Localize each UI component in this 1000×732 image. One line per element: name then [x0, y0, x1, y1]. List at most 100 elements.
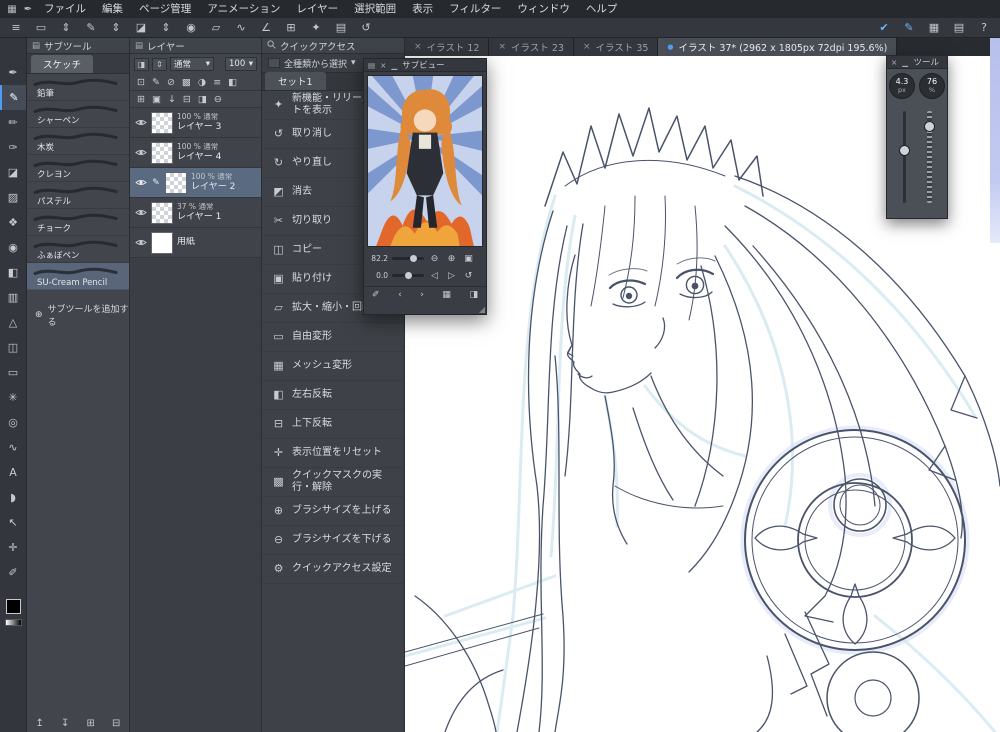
add-subtool-button[interactable]: ⊕ サブツールを追加する — [27, 302, 129, 328]
menu-item[interactable]: アニメーション — [199, 0, 288, 18]
visibility-eye-icon[interactable] — [134, 238, 147, 247]
blend-stepper[interactable]: ⇕ — [152, 57, 167, 71]
subtool-footer-icon[interactable]: ⊞ — [87, 718, 95, 729]
paper-thumbnail[interactable] — [151, 231, 173, 254]
flip-icon[interactable]: ◨ — [469, 290, 478, 300]
toolbar-icon[interactable]: ∠ — [258, 19, 274, 37]
tool-item[interactable]: A — [0, 460, 26, 485]
rotate-left-icon[interactable]: ◁ — [428, 271, 441, 281]
rotate-right-icon[interactable]: ▷ — [445, 271, 458, 281]
layer-row[interactable]: 37 % 通常 レイヤー 1 — [130, 198, 261, 228]
tool-item[interactable]: △ — [0, 310, 26, 335]
quick-access-item[interactable]: ▩ クイックマスクの実行・解除 — [262, 468, 404, 497]
zoom-out-icon[interactable]: ⊖ — [428, 254, 441, 264]
panel-menu-icon[interactable]: ▤ — [135, 41, 143, 51]
quick-access-item[interactable]: ⚙ クイックアクセス設定 — [262, 555, 404, 584]
reset-rotation-icon[interactable]: ↺ — [462, 271, 475, 281]
visibility-eye-icon[interactable] — [134, 118, 147, 127]
visibility-eye-icon[interactable] — [134, 208, 147, 217]
tool-item[interactable]: ◉ — [0, 235, 26, 260]
layer-action-icon[interactable]: ⊟ — [183, 94, 191, 105]
brush-item[interactable]: クレヨン — [27, 155, 129, 182]
zoom-in-icon[interactable]: ⊕ — [445, 254, 458, 264]
quick-access-item[interactable]: ✛ 表示位置をリセット — [262, 439, 404, 468]
quick-access-item[interactable]: ⊟ 上下反転 — [262, 410, 404, 439]
toolbar-icon[interactable]: ↺ — [358, 19, 374, 37]
visibility-eye-icon[interactable] — [134, 148, 147, 157]
toolbar-icon[interactable]: ✔ — [876, 19, 892, 37]
menu-item[interactable]: ページ管理 — [131, 0, 199, 18]
quick-access-item[interactable]: ⊖ ブラシサイズを下げる — [262, 526, 404, 555]
layer-thumbnail[interactable] — [151, 141, 173, 164]
menu-item[interactable]: ファイル — [36, 0, 94, 18]
tool-item[interactable]: ❖ — [0, 210, 26, 235]
close-icon[interactable]: × — [380, 61, 386, 70]
menu-item[interactable]: フィルター — [441, 0, 509, 18]
eyedropper-icon[interactable]: ✐ — [372, 290, 380, 300]
subview-titlebar[interactable]: ▤ × ▁ サブビュー — [364, 59, 486, 72]
quick-access-item[interactable]: ▦ メッシュ変形 — [262, 352, 404, 381]
toolbar-icon[interactable]: ⊞ — [283, 19, 299, 37]
pen-mode-icon[interactable]: ✒ — [20, 4, 36, 15]
tool-item[interactable]: ▨ — [0, 185, 26, 210]
tab-illust-37-active[interactable]: ● イラスト 37* (2962 x 1805px 72dpi 195.6%) — [658, 38, 898, 56]
tool-item[interactable]: ◫ — [0, 335, 26, 360]
search-icon[interactable] — [267, 39, 276, 52]
toolbar-icon[interactable]: ⇕ — [58, 19, 74, 37]
menu-item[interactable]: 編集 — [94, 0, 131, 18]
tab-illust-12[interactable]: × イラスト 12 — [405, 38, 490, 56]
brush-item[interactable]: ふぁぼペン — [27, 236, 129, 263]
subtool-group-tab-sketch[interactable]: スケッチ — [31, 55, 94, 73]
brush-size-slider[interactable] — [903, 111, 906, 203]
toolbar-icon[interactable]: ▤ — [951, 19, 967, 37]
toolbar-icon[interactable]: ⇕ — [158, 19, 174, 37]
opacity-slider-knob[interactable] — [924, 121, 935, 132]
tool-item[interactable]: ✏ — [0, 110, 26, 135]
layer-thumbnail[interactable] — [165, 171, 187, 194]
quick-access-item[interactable]: ▭ 自由変形 — [262, 323, 404, 352]
toolbar-icon[interactable]: ⇕ — [108, 19, 124, 37]
toolbar-icon[interactable]: ◉ — [183, 19, 199, 37]
toolbar-icon[interactable]: ▦ — [926, 19, 942, 37]
brush-size-badge[interactable]: 4.3 px — [889, 73, 915, 99]
zoom-slider-knob[interactable] — [410, 255, 417, 262]
palette-color-box[interactable]: ◨ — [134, 57, 149, 71]
tool-item[interactable]: ✛ — [0, 535, 26, 560]
layer-action-icon[interactable]: ▣ — [152, 94, 161, 105]
app-logo-icon[interactable]: ▦ — [4, 4, 20, 15]
panel-menu-icon[interactable]: ▤ — [368, 61, 375, 70]
subtool-footer-icon[interactable]: ↧ — [61, 718, 69, 729]
tool-item[interactable]: ✒ — [0, 60, 26, 85]
layer-opacity-input[interactable]: 100 ▾ — [225, 57, 257, 71]
opacity-badge[interactable]: 76 % — [919, 73, 945, 99]
layer-action-icon[interactable]: ⊞ — [137, 94, 145, 105]
brush-item[interactable]: シャーペン — [27, 101, 129, 128]
subview-thumbnail[interactable] — [367, 75, 483, 247]
tool-item[interactable]: ◧ — [0, 260, 26, 285]
resize-grip-icon[interactable]: ◢ — [479, 305, 485, 314]
layer-action-icon[interactable]: ◨ — [198, 94, 207, 105]
rotate-slider[interactable] — [392, 272, 424, 279]
menu-item[interactable]: レイヤー — [288, 0, 346, 18]
layer-tool-icon[interactable]: ◧ — [228, 77, 237, 88]
menu-item[interactable]: 表示 — [404, 0, 441, 18]
minimize-icon[interactable]: ▁ — [902, 58, 908, 67]
brush-item[interactable]: SU-Cream Pencil — [27, 263, 129, 290]
tool-item[interactable]: ↖ — [0, 510, 26, 535]
layer-row[interactable]: 100 % 通常 レイヤー 4 — [130, 138, 261, 168]
layer-row[interactable]: 100 % 通常 レイヤー 3 — [130, 108, 261, 138]
quick-access-item[interactable]: ◧ 左右反転 — [262, 381, 404, 410]
tool-item[interactable]: ✑ — [0, 135, 26, 160]
tool-palette-titlebar[interactable]: × ▁ ツール — [887, 56, 947, 69]
toolbar-icon[interactable]: ? — [976, 19, 992, 37]
toolbar-icon[interactable]: ▤ — [333, 19, 349, 37]
toolbar-icon[interactable]: ∿ — [233, 19, 249, 37]
minimize-icon[interactable]: ▁ — [391, 61, 397, 70]
tool-item[interactable]: ✐ — [0, 560, 26, 585]
tool-item[interactable]: ✎ — [0, 85, 26, 110]
layer-row-selected[interactable]: ✎ 100 % 通常 レイヤー 2 — [130, 168, 261, 198]
brush-item[interactable]: 鉛筆 — [27, 74, 129, 101]
grid-icon[interactable]: ▦ — [442, 290, 451, 300]
tool-item[interactable]: ▭ — [0, 360, 26, 385]
quick-access-item[interactable]: ⊕ ブラシサイズを上げる — [262, 497, 404, 526]
